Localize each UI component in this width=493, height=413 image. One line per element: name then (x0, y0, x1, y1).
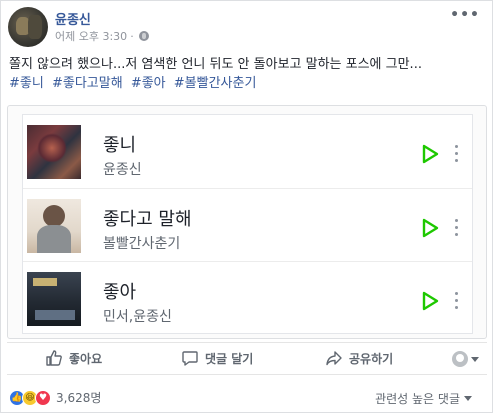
author-avatar[interactable] (8, 7, 48, 47)
viewer-avatar (452, 351, 468, 367)
thumbs-up-icon (46, 350, 62, 366)
track-title: 좋다고 말해 (103, 209, 192, 230)
track-row[interactable]: 좋다고 말해 볼빨간사춘기 (23, 188, 472, 264)
album-art (27, 125, 81, 179)
action-bar: 좋아요 댓글 달기 공유하기 (7, 342, 487, 375)
track-artist: 민서,윤종신 (103, 309, 172, 325)
post-timestamp[interactable]: 어제 오후 3:30 (55, 28, 127, 44)
album-art (27, 199, 81, 253)
post-text: 쫄지 않으려 했으나...저 염색한 언니 뒤도 안 돌아보고 말하는 포스에 … (9, 57, 422, 72)
meta-separator: · (130, 29, 134, 43)
reaction-summary[interactable]: 👍 😆 ♥ 3,628명 (9, 389, 101, 406)
hashtag-list: #좋니 #좋다고말해 #좋아 #볼빨간사춘기 (9, 75, 260, 93)
track-row[interactable]: 좋니 윤종신 (23, 115, 472, 191)
like-button[interactable]: 좋아요 (45, 349, 102, 367)
hashtag-link[interactable]: #좋다고말해 (52, 76, 123, 91)
album-art (27, 272, 81, 326)
hashtag-link[interactable]: #볼빨간사춘기 (174, 76, 257, 91)
comment-label: 댓글 달기 (205, 351, 254, 366)
track-artist: 볼빨간사춘기 (103, 236, 181, 252)
track-list: 좋니 윤종신 좋다고 말해 볼빨간사춘기 좋아 민서,윤종신 (22, 114, 473, 334)
share-button[interactable]: 공유하기 (325, 349, 393, 367)
track-title: 좋아 (103, 282, 137, 303)
track-more-icon[interactable] (455, 292, 459, 310)
track-title: 좋니 (103, 135, 137, 156)
chevron-down-icon (471, 356, 479, 362)
feed-post: 윤종신 어제 오후 3:30 · ••• 쫄지 않으려 했으나...저 염색한 … (0, 0, 493, 413)
author-name[interactable]: 윤종신 (55, 9, 91, 28)
play-icon[interactable] (419, 143, 441, 165)
comment-icon (182, 351, 198, 366)
post-meta: 어제 오후 3:30 · (55, 28, 149, 44)
track-artist: 윤종신 (103, 162, 142, 178)
globe-icon[interactable] (138, 31, 149, 41)
comment-button[interactable]: 댓글 달기 (181, 349, 253, 367)
chevron-down-icon (464, 396, 472, 401)
like-label: 좋아요 (69, 351, 103, 366)
comment-sort-dropdown[interactable]: 관련성 높은 댓글 (375, 390, 472, 407)
reaction-count: 3,628명 (56, 391, 102, 405)
track-more-icon[interactable] (455, 219, 459, 237)
track-more-icon[interactable] (455, 145, 459, 163)
more-options-icon[interactable]: ••• (450, 7, 480, 23)
hashtag-link[interactable]: #좋니 (9, 76, 44, 91)
share-icon (326, 351, 342, 366)
track-row[interactable]: 좋아 민서,윤종신 (23, 261, 472, 337)
hashtag-link[interactable]: #좋아 (131, 76, 166, 91)
comment-sort-label: 관련성 높은 댓글 (375, 392, 460, 406)
share-label: 공유하기 (349, 351, 394, 366)
play-icon[interactable] (419, 217, 441, 239)
play-icon[interactable] (419, 290, 441, 312)
post-as-selector[interactable] (452, 351, 479, 367)
love-reaction-icon: ♥ (35, 389, 51, 406)
music-embed: 좋니 윤종신 좋다고 말해 볼빨간사춘기 좋아 민서,윤종신 (7, 105, 487, 339)
